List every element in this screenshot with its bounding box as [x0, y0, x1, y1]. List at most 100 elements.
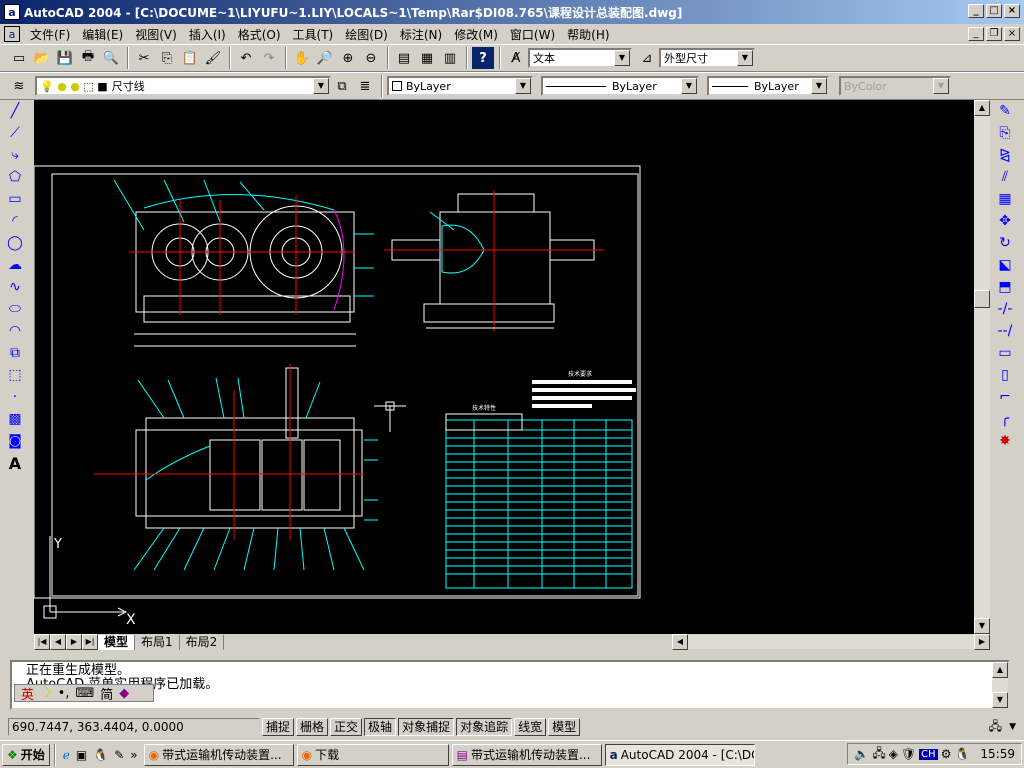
chevron-down-icon[interactable]: ▼	[681, 78, 697, 94]
extend-icon[interactable]: --/	[992, 320, 1018, 342]
color-select[interactable]: ByLayer ▼	[387, 76, 533, 96]
move-icon[interactable]: ✥	[992, 210, 1018, 232]
snap-toggle[interactable]: 捕捉	[262, 718, 295, 736]
offset-icon[interactable]: ⫽	[992, 166, 1018, 188]
redo-icon[interactable]: ↷	[258, 47, 280, 69]
tool-palettes-icon[interactable]: ▥	[439, 47, 461, 69]
menu-insert[interactable]: 插入(I)	[183, 26, 232, 43]
notepad-icon[interactable]: ✎	[114, 748, 124, 762]
doc-minimize-button[interactable]: _	[968, 27, 984, 41]
paste-icon[interactable]: 📋	[179, 47, 201, 69]
copy-object-icon[interactable]: ⎘	[992, 122, 1018, 144]
fillet-icon[interactable]: ╭	[992, 408, 1018, 430]
tab-next-icon[interactable]: ▶	[66, 634, 82, 650]
menu-draw[interactable]: 绘图(D)	[339, 26, 394, 43]
multiline-text-icon[interactable]: A	[2, 452, 28, 474]
insert-block-icon[interactable]: ⧉	[2, 342, 28, 364]
chevron-down-icon[interactable]: ▼	[811, 78, 827, 94]
menu-help[interactable]: 帮助(H)	[561, 26, 615, 43]
erase-icon[interactable]: ✎	[992, 100, 1018, 122]
tab-prev-icon[interactable]: ◀	[50, 634, 66, 650]
properties-icon[interactable]: ▤	[393, 47, 415, 69]
scroll-up-icon[interactable]: ▲	[974, 100, 990, 116]
polyline-icon[interactable]: ⤷	[2, 144, 28, 166]
volume-icon[interactable]: 🔈	[854, 747, 869, 761]
layer-select[interactable]: 💡 ● ● ⬚ ■ 尺寸线 ▼	[35, 76, 331, 96]
tab-last-icon[interactable]: ▶|	[82, 634, 98, 650]
array-icon[interactable]: ▦	[992, 188, 1018, 210]
spline-icon[interactable]: ∿	[2, 276, 28, 298]
point-icon[interactable]: ·	[2, 386, 28, 408]
hscroll-right-icon[interactable]: ▶	[974, 634, 990, 650]
print-icon[interactable]: 🖶	[77, 47, 99, 69]
keyboard-icon[interactable]: ⌨	[75, 686, 94, 701]
design-center-icon[interactable]: ▦	[416, 47, 438, 69]
dim-style-icon[interactable]: ⊿	[636, 47, 658, 69]
save-icon[interactable]: 💾	[54, 47, 76, 69]
osnap-toggle[interactable]: 对象捕捉	[398, 718, 455, 736]
dim-style-select[interactable]: 外型尺寸 ▼	[659, 48, 755, 68]
autocad-app-icon[interactable]: a	[4, 4, 20, 20]
new-icon[interactable]: ▭	[8, 47, 30, 69]
tab-layout1[interactable]: 布局1	[135, 634, 180, 650]
scroll-down-icon[interactable]: ▼	[974, 618, 990, 634]
ime-language[interactable]: 英	[21, 684, 34, 703]
cmd-scroll-down-icon[interactable]: ▼	[992, 692, 1008, 708]
open-icon[interactable]: 📂	[31, 47, 53, 69]
chevron-down-icon[interactable]: ▼	[614, 50, 630, 66]
coordinate-display[interactable]: 690.7447, 363.4404, 0.0000	[8, 718, 260, 736]
menu-dimension[interactable]: 标注(N)	[394, 26, 448, 43]
tray-tool-icon[interactable]: ⚙	[941, 747, 952, 761]
task-download[interactable]: ◉ 下载	[296, 743, 449, 766]
task-autocad[interactable]: aAutoCAD 2004 - [C:\DO...	[604, 743, 755, 766]
text-style-icon[interactable]: A̸	[505, 47, 527, 69]
chevron-down-icon[interactable]: ▼	[737, 50, 753, 66]
tab-model[interactable]: 模型	[98, 634, 136, 650]
doc-restore-button[interactable]: ❐	[986, 27, 1002, 41]
close-button[interactable]: ×	[1004, 4, 1020, 18]
horizontal-scroll-track[interactable]	[688, 635, 974, 649]
make-layer-current-icon[interactable]: ⧉	[331, 75, 353, 97]
tab-first-icon[interactable]: |◀	[34, 634, 50, 650]
vertical-scrollbar[interactable]: ▲ ▼	[974, 100, 990, 634]
polar-toggle[interactable]: 极轴	[364, 718, 397, 736]
layer-manager-icon[interactable]: ≋	[8, 75, 30, 97]
menu-view[interactable]: 视图(V)	[129, 26, 183, 43]
zoom-previous-icon[interactable]: ⊖	[360, 47, 382, 69]
linetype-select[interactable]: ByLayer ▼	[541, 76, 699, 96]
moon-icon[interactable]: ☽	[40, 686, 52, 701]
make-block-icon[interactable]: ⬚	[2, 364, 28, 386]
otrack-toggle[interactable]: 对象追踪	[456, 718, 513, 736]
ellipse-arc-icon[interactable]: ◠	[2, 320, 28, 342]
doc-close-button[interactable]: ×	[1004, 27, 1020, 41]
chevron-down-icon[interactable]: ▼	[515, 78, 531, 94]
language-indicator[interactable]: CH	[919, 748, 938, 760]
quicklaunch-more-icon[interactable]: »	[130, 748, 137, 762]
break-at-point-icon[interactable]: ▯	[992, 364, 1018, 386]
qq-icon[interactable]: 🐧	[93, 748, 108, 762]
cut-icon[interactable]: ✂	[133, 47, 155, 69]
menu-file[interactable]: 文件(F)	[24, 26, 76, 43]
match-properties-icon[interactable]: 🖌	[202, 47, 224, 69]
polygon-icon[interactable]: ⬠	[2, 166, 28, 188]
menu-edit[interactable]: 编辑(E)	[76, 26, 129, 43]
ime-tools-icon[interactable]: ◆	[119, 686, 129, 701]
hscroll-left-icon[interactable]: ◀	[672, 634, 688, 650]
zoom-realtime-icon[interactable]: 🔎	[314, 47, 336, 69]
chevron-down-icon[interactable]: ▼	[313, 78, 329, 94]
zoom-window-icon[interactable]: ⊕	[337, 47, 359, 69]
tray-app-icon[interactable]: ◈	[889, 747, 898, 761]
ime-mode[interactable]: 简	[100, 684, 113, 703]
revision-cloud-icon[interactable]: ☁	[2, 254, 28, 276]
grid-toggle[interactable]: 栅格	[296, 718, 329, 736]
communication-center-icon[interactable]: 🖧	[989, 717, 1002, 738]
start-button[interactable]: ❖ 开始	[2, 743, 50, 766]
qq-tray-icon[interactable]: 🐧	[954, 747, 969, 761]
help-icon[interactable]: ?	[472, 47, 494, 69]
status-menu-icon[interactable]: ▼	[1009, 722, 1016, 732]
lineweight-select[interactable]: ByLayer ▼	[707, 76, 829, 96]
rectangle-icon[interactable]: ▭	[2, 188, 28, 210]
undo-icon[interactable]: ↶	[235, 47, 257, 69]
scroll-thumb[interactable]	[974, 290, 990, 308]
punctuation-icon[interactable]: •,	[58, 686, 70, 701]
